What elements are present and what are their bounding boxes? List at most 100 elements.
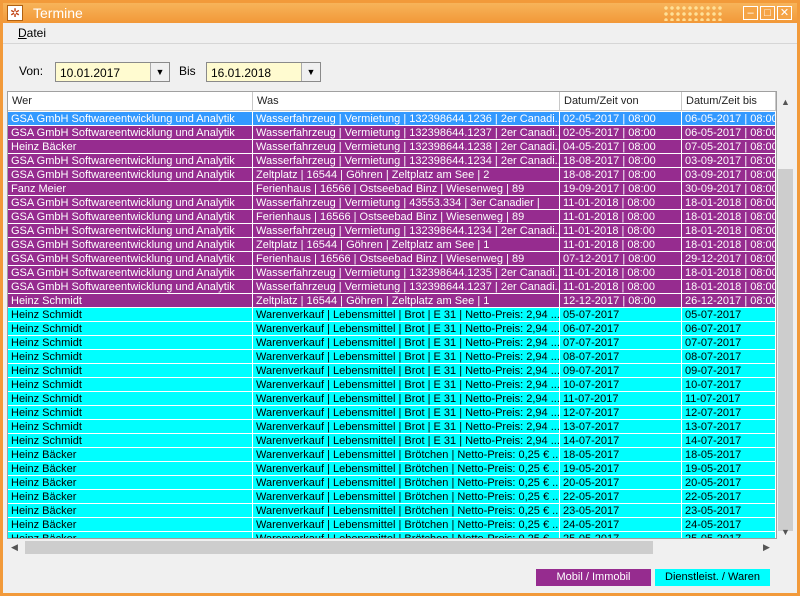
cell-was: Warenverkauf | Lebensmittel | Brötchen |… (253, 532, 560, 538)
cell-wer: Heinz Bäcker (8, 448, 253, 462)
table-row[interactable]: Heinz Bäcker Warenverkauf | Lebensmittel … (8, 462, 776, 476)
table-row[interactable]: Heinz Bäcker Warenverkauf | Lebensmittel … (8, 448, 776, 462)
window-title: Termine (33, 5, 83, 21)
table-row[interactable]: GSA GmbH Softwareentwicklung und Analyti… (8, 266, 776, 280)
table-row[interactable]: Heinz Schmidt Warenverkauf | Lebensmittel… (8, 434, 776, 448)
cell-bis: 07-05-2017 | 08:00 (682, 140, 776, 154)
scroll-left-icon[interactable]: ◀ (11, 542, 18, 553)
table-row[interactable]: Heinz Bäcker Warenverkauf | Lebensmittel … (8, 490, 776, 504)
table-row[interactable]: GSA GmbH Softwareentwicklung und Analyti… (8, 196, 776, 210)
table-row[interactable]: Heinz Bäcker Warenverkauf | Lebensmittel … (8, 518, 776, 532)
table-row[interactable]: Heinz Schmidt Warenverkauf | Lebensmittel… (8, 406, 776, 420)
cell-von: 25-05-2017 (560, 532, 682, 538)
table-row[interactable]: Fanz Meier Ferienhaus | 16566 | Ostseebad… (8, 182, 776, 196)
chevron-down-icon[interactable]: ▼ (150, 63, 169, 81)
scroll-down-icon[interactable]: ▼ (781, 527, 790, 537)
legend-dienstleistung-waren: Dienstleist. / Waren (655, 569, 770, 586)
table-row[interactable]: GSA GmbH Softwareentwicklung und Analyti… (8, 168, 776, 182)
von-date-picker[interactable]: 10.01.2017 ▼ (55, 62, 170, 82)
cell-von: 24-05-2017 (560, 518, 682, 532)
table-row[interactable]: Heinz Bäcker Warenverkauf | Lebensmittel … (8, 504, 776, 518)
table-row[interactable]: Heinz Schmidt Warenverkauf | Lebensmittel… (8, 308, 776, 322)
cell-was: Warenverkauf | Lebensmittel | Brot | E 3… (253, 406, 560, 420)
cell-von: 19-09-2017 | 08:00 (560, 182, 682, 196)
title-bar[interactable]: ✲ Termine – □ ✕ (3, 3, 797, 23)
cell-was: Zeltplatz | 16544 | Göhren | Zeltplatz a… (253, 238, 560, 252)
table-row[interactable]: Heinz Schmidt Warenverkauf | Lebensmittel… (8, 392, 776, 406)
table-row[interactable]: Heinz Schmidt Warenverkauf | Lebensmittel… (8, 364, 776, 378)
table-row[interactable]: GSA GmbH Softwareentwicklung und Analyti… (8, 112, 776, 126)
cell-wer: Heinz Schmidt (8, 350, 253, 364)
scroll-right-icon[interactable]: ▶ (763, 542, 770, 553)
cell-bis: 19-05-2017 (682, 462, 776, 476)
table-row[interactable]: Heinz Schmidt Warenverkauf | Lebensmittel… (8, 420, 776, 434)
cell-wer: Heinz Schmidt (8, 378, 253, 392)
minimize-button[interactable]: – (743, 6, 758, 20)
close-button[interactable]: ✕ (777, 6, 792, 20)
table-row[interactable]: GSA GmbH Softwareentwicklung und Analyti… (8, 224, 776, 238)
cell-bis: 29-12-2017 | 08:00 (682, 252, 776, 266)
bis-date-value: 16.01.2018 (211, 66, 272, 80)
table-row[interactable]: GSA GmbH Softwareentwicklung und Analyti… (8, 210, 776, 224)
cell-bis: 23-05-2017 (682, 504, 776, 518)
cell-was: Warenverkauf | Lebensmittel | Brötchen |… (253, 490, 560, 504)
vertical-scroll-thumb[interactable] (778, 169, 793, 531)
maximize-button[interactable]: □ (760, 6, 775, 20)
table-row[interactable]: Heinz Schmidt Warenverkauf | Lebensmittel… (8, 322, 776, 336)
cell-bis: 18-01-2018 | 08:00 (682, 266, 776, 280)
cell-was: Warenverkauf | Lebensmittel | Brot | E 3… (253, 350, 560, 364)
cell-was: Warenverkauf | Lebensmittel | Brot | E 3… (253, 308, 560, 322)
column-header-bis[interactable]: Datum/Zeit bis (682, 92, 776, 110)
cell-bis: 11-07-2017 (682, 392, 776, 406)
cell-was: Warenverkauf | Lebensmittel | Brot | E 3… (253, 434, 560, 448)
cell-wer: Heinz Bäcker (8, 518, 253, 532)
cell-wer: Heinz Schmidt (8, 392, 253, 406)
cell-was: Warenverkauf | Lebensmittel | Brötchen |… (253, 476, 560, 490)
app-icon[interactable]: ✲ (7, 5, 23, 21)
cell-wer: GSA GmbH Softwareentwicklung und Analyti… (8, 196, 253, 210)
column-header-wer[interactable]: Wer (8, 92, 253, 110)
cell-bis: 03-09-2017 | 08:00 (682, 154, 776, 168)
table-header: Wer Was Datum/Zeit von Datum/Zeit bis (8, 92, 776, 111)
table-row[interactable]: Heinz Schmidt Zeltplatz | 16544 | Göhren … (8, 294, 776, 308)
cell-von: 18-05-2017 (560, 448, 682, 462)
cell-wer: GSA GmbH Softwareentwicklung und Analyti… (8, 224, 253, 238)
cell-wer: GSA GmbH Softwareentwicklung und Analyti… (8, 168, 253, 182)
cell-bis: 18-01-2018 | 08:00 (682, 210, 776, 224)
cell-von: 11-07-2017 (560, 392, 682, 406)
table-row[interactable]: Heinz Schmidt Warenverkauf | Lebensmittel… (8, 336, 776, 350)
vertical-scrollbar[interactable]: ▲ ▼ (777, 95, 794, 539)
table-row[interactable]: Heinz Bäcker Warenverkauf | Lebensmittel … (8, 532, 776, 538)
cell-wer: Heinz Bäcker (8, 532, 253, 538)
cell-wer: GSA GmbH Softwareentwicklung und Analyti… (8, 238, 253, 252)
table-row[interactable]: GSA GmbH Softwareentwicklung und Analyti… (8, 280, 776, 294)
column-header-was[interactable]: Was (253, 92, 560, 110)
cell-bis: 22-05-2017 (682, 490, 776, 504)
cell-von: 07-07-2017 (560, 336, 682, 350)
table-row[interactable]: Heinz Bäcker Wasserfahrzeug | Vermietung … (8, 140, 776, 154)
table-row[interactable]: GSA GmbH Softwareentwicklung und Analyti… (8, 238, 776, 252)
table-row[interactable]: Heinz Schmidt Warenverkauf | Lebensmittel… (8, 378, 776, 392)
table-row[interactable]: Heinz Schmidt Warenverkauf | Lebensmittel… (8, 350, 776, 364)
cell-wer: Heinz Bäcker (8, 490, 253, 504)
column-header-von[interactable]: Datum/Zeit von (560, 92, 682, 110)
horizontal-scrollbar[interactable]: ◀ ▶ (7, 539, 777, 556)
table-row[interactable]: GSA GmbH Softwareentwicklung und Analyti… (8, 154, 776, 168)
table-row[interactable]: Heinz Bäcker Warenverkauf | Lebensmittel … (8, 476, 776, 490)
chevron-down-icon[interactable]: ▼ (301, 63, 320, 81)
menu-datei[interactable]: Datei (18, 26, 46, 40)
cell-von: 07-12-2017 | 08:00 (560, 252, 682, 266)
cell-was: Wasserfahrzeug | Vermietung | 132398644.… (253, 224, 560, 238)
cell-wer: Heinz Schmidt (8, 434, 253, 448)
cell-von: 18-08-2017 | 08:00 (560, 168, 682, 182)
scroll-up-icon[interactable]: ▲ (781, 97, 790, 107)
cell-bis: 20-05-2017 (682, 476, 776, 490)
cell-von: 22-05-2017 (560, 490, 682, 504)
horizontal-scroll-thumb[interactable] (25, 541, 653, 554)
appointments-table[interactable]: Wer Was Datum/Zeit von Datum/Zeit bis GS… (7, 91, 777, 539)
table-row[interactable]: GSA GmbH Softwareentwicklung und Analyti… (8, 252, 776, 266)
table-row[interactable]: GSA GmbH Softwareentwicklung und Analyti… (8, 126, 776, 140)
bis-date-picker[interactable]: 16.01.2018 ▼ (206, 62, 321, 82)
cell-bis: 25-05-2017 (682, 532, 776, 538)
cell-von: 13-07-2017 (560, 420, 682, 434)
